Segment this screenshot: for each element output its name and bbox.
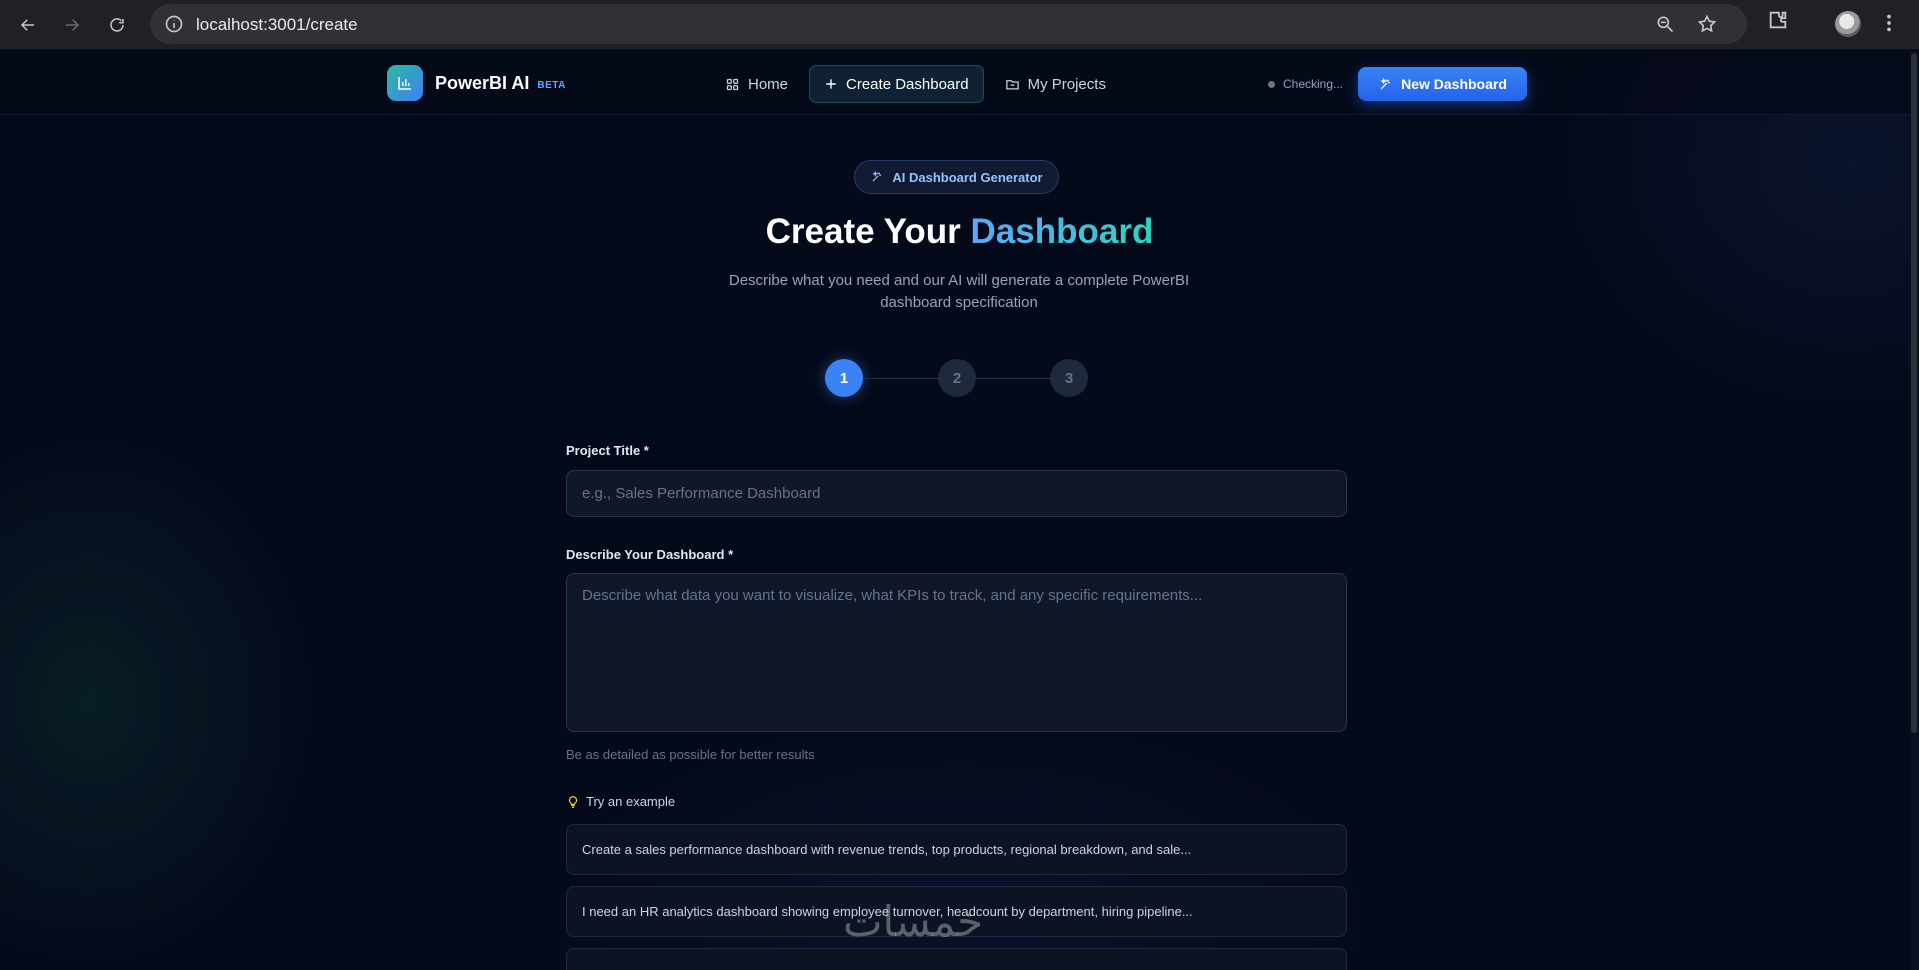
nav-projects-label: My Projects	[1027, 75, 1106, 93]
plus-icon	[826, 79, 836, 89]
zoom-icon[interactable]	[1655, 14, 1675, 39]
back-icon[interactable]	[12, 9, 44, 41]
new-dashboard-label: New Dashboard	[1401, 76, 1507, 92]
step-1: 1	[825, 359, 863, 397]
folder-icon	[1005, 79, 1019, 89]
extensions-icon[interactable]	[1767, 9, 1789, 36]
avatar[interactable]	[1835, 11, 1861, 37]
nav-my-projects[interactable]: My Projects	[990, 65, 1121, 103]
step-2: 2	[938, 359, 976, 397]
new-dashboard-button[interactable]: New Dashboard	[1358, 67, 1527, 101]
brand[interactable]: PowerBI AI BETA	[387, 65, 566, 101]
page-scrollbar[interactable]	[1909, 51, 1919, 970]
example-prompt[interactable]: Create a sales performance dashboard wit…	[566, 824, 1347, 875]
nav-home-label: Home	[748, 75, 789, 93]
scrollbar-thumb[interactable]	[1911, 53, 1917, 733]
lightbulb-icon	[568, 795, 578, 808]
beta-badge: BETA	[537, 79, 566, 91]
description-textarea[interactable]: Describe what data you want to visualize…	[566, 573, 1347, 732]
status-text: Checking...	[1283, 77, 1344, 91]
star-icon[interactable]	[1697, 14, 1717, 39]
page-subtitle: Describe what you need and our AI will g…	[728, 272, 1190, 311]
examples-heading-text: Try an example	[586, 794, 676, 809]
project-title-input[interactable]: e.g., Sales Performance Dashboard	[566, 470, 1347, 517]
chart-logo-icon	[387, 65, 423, 101]
ai-generator-pill: AI Dashboard Generator	[854, 160, 1059, 194]
title-plain: Create Your	[765, 212, 971, 251]
grid-icon	[726, 78, 739, 90]
pill-label: AI Dashboard Generator	[892, 169, 1043, 185]
app-root: PowerBI AI BETA Home Create Dashboard My…	[0, 51, 1919, 970]
forward-icon[interactable]	[56, 9, 88, 41]
connection-status: Checking...	[1268, 77, 1343, 91]
status-dot-icon	[1268, 80, 1275, 88]
kebab-menu-icon[interactable]	[1878, 9, 1900, 42]
address-bar[interactable]: localhost:3001/create	[150, 4, 1747, 44]
nav-home[interactable]: Home	[710, 65, 803, 103]
step-connector	[863, 378, 938, 379]
project-title-label: Project Title *	[566, 443, 649, 458]
title-accent: Dashboard	[970, 212, 1154, 251]
reload-icon[interactable]	[101, 9, 133, 41]
description-hint: Be as detailed as possible for better re…	[566, 747, 815, 762]
examples-heading: Try an example	[566, 794, 675, 809]
info-icon[interactable]	[164, 14, 184, 39]
sparkles-icon	[872, 170, 882, 182]
top-navigation: PowerBI AI BETA Home Create Dashboard My…	[0, 51, 1919, 115]
url-text[interactable]: localhost:3001/create	[196, 15, 358, 35]
browser-toolbar: localhost:3001/create	[0, 0, 1919, 50]
brand-name: PowerBI AI	[435, 72, 530, 93]
nav-links: Home Create Dashboard My Projects	[710, 65, 1121, 103]
description-label: Describe Your Dashboard *	[566, 547, 734, 562]
step-connector	[976, 378, 1051, 379]
nav-create-label: Create Dashboard	[846, 75, 969, 93]
step-3: 3	[1050, 359, 1088, 397]
sparkles-icon	[1380, 77, 1390, 89]
watermark: خمسات	[843, 897, 984, 946]
nav-create-dashboard[interactable]: Create Dashboard	[809, 65, 984, 103]
example-prompt-partial[interactable]	[566, 948, 1347, 970]
page-title: Create Your Dashboard	[0, 212, 1919, 252]
